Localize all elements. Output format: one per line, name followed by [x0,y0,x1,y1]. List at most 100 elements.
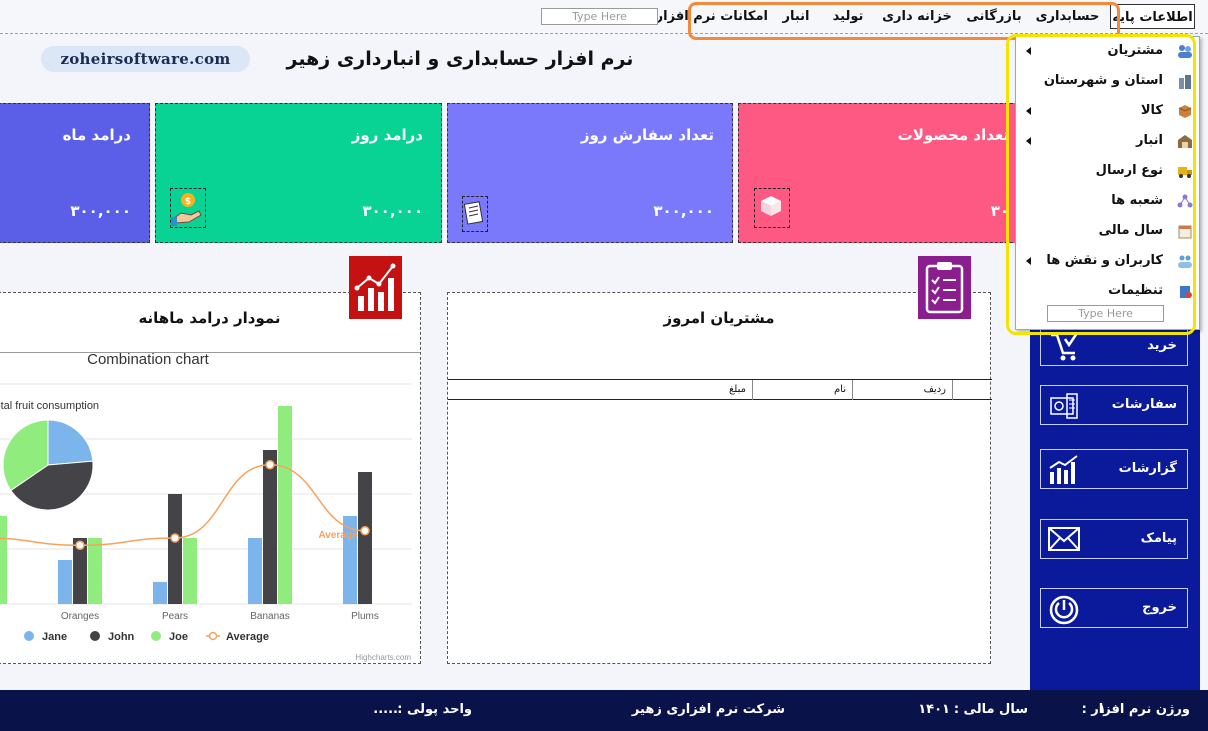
customers-table[interactable]: ردیف نام مبلغ [448,379,992,664]
card-value: ۳۰ [990,202,1009,220]
dropdown-item-label: نوع ارسال [1095,163,1163,178]
dropdown-item-goods[interactable]: کالا [1016,97,1201,127]
bar-joe [0,516,7,604]
dropdown-item-shipping-type[interactable]: نوع ارسال [1016,157,1201,187]
submenu-arrow-icon [1026,137,1031,145]
users-icon [1177,253,1193,269]
menu-warehouse[interactable]: انبار [772,4,820,29]
table-header: ردیف نام مبلغ [448,380,992,400]
dropdown-item-warehouse[interactable]: انبار [1016,127,1201,157]
legend-label: Jane [42,631,67,643]
legend-symbol [151,631,161,641]
average-point [360,525,370,536]
card-monthly-income[interactable]: درامد ماه ۳۰۰,۰۰۰ [0,103,150,243]
average-point [170,533,180,543]
legend-label: Average [226,631,269,643]
today-customers-panel: مشتریان امروز ردیف نام مبلغ [447,292,992,664]
dropdown-item-province-city[interactable]: استان و شهرستان [1016,67,1201,97]
settings-icon [1177,283,1193,299]
bar-jane [248,538,262,604]
bar-john [168,494,182,604]
order-list-icon [462,196,488,232]
x-tick-label: Bananas [250,611,289,622]
dropdown-type-here-input[interactable]: Type Here [1047,305,1164,322]
currency-value: ..... [373,702,398,717]
card-title: درامد ماه [62,126,131,144]
card-title: تعداد سفارش روز [580,126,714,144]
orders-icon [1047,390,1081,422]
truck-icon [1177,163,1193,179]
card-value: ۳۰۰,۰۰۰ [362,202,423,220]
column-amount[interactable]: مبلغ [448,380,752,400]
column-row[interactable]: ردیف [852,380,952,400]
submenu-arrow-icon [1026,47,1031,55]
card-title: تعداد محصولات [897,126,1009,144]
x-tick-label: Pears [162,611,188,622]
chart-credit: Highcharts.com [355,653,411,662]
sidebar-orders-button[interactable]: سفارشات [1040,385,1188,425]
menu-treasury[interactable]: خزانه داری [878,4,956,29]
card-value: ۳۰۰,۰۰۰ [70,202,131,220]
basic-info-dropdown: مشتریان استان و شهرستان کالا انبار نوع ا… [1015,36,1200,330]
card-daily-income[interactable]: درامد روز ۳۰۰,۰۰۰ $ [155,103,442,243]
company-name: شرکت نرم افزاری زهیر [631,702,785,717]
pie-slice-jane [47,419,94,466]
sidebar-purchase-button[interactable]: خرید [1040,326,1188,366]
menu-commerce[interactable]: بازرگانی [960,4,1028,29]
chart-title: Combination chart [87,353,210,368]
bar-jane [153,582,167,604]
monthly-income-panel: نمودار درامد ماهانه Combination chartApp… [0,292,421,664]
menu-type-here-input[interactable]: Type Here [541,8,658,25]
dropdown-item-label: شعبه ها [1111,193,1163,208]
calendar-icon [1177,223,1193,239]
menu-production[interactable]: تولید [822,4,874,29]
money-hand-icon: $ [170,188,206,228]
currency-label: واحد پولی : [397,702,472,717]
dropdown-item-label: انبار [1135,133,1163,148]
combination-chart: Combination chartApplesOrangesPearsBanan… [0,353,412,662]
clipboard-icon [918,256,971,319]
bar-joe [183,538,197,604]
bar-john [358,472,372,604]
legend-label: Joe [169,631,188,643]
menubar: اطلاعات پایه حسابداری بازرگانی خزانه دار… [0,0,1208,34]
sidebar-sms-button[interactable]: پیامک [1040,519,1188,559]
menu-software-features[interactable]: امکانات نرم افزار [656,4,768,29]
x-tick-label: Oranges [61,611,99,622]
svg-text:$: $ [185,197,191,207]
menu-accounting[interactable]: حسابداری [1030,4,1105,29]
sidebar-exit-button[interactable]: خروج [1040,588,1188,628]
website-badge[interactable]: zoheirsoftware.com [41,46,250,72]
sidebar-reports-button[interactable]: گزارشات [1040,449,1188,489]
dropdown-item-branches[interactable]: شعبه ها [1016,187,1201,217]
branch-icon [1177,193,1193,209]
bar-joe [88,538,102,604]
legend-symbol [24,631,34,641]
dropdown-item-label: استان و شهرستان [1043,73,1163,88]
card-daily-orders[interactable]: تعداد سفارش روز ۳۰۰,۰۰۰ [447,103,733,243]
submenu-arrow-icon [1026,257,1031,265]
average-point [265,459,275,470]
sidebar-item-label: سفارشات [1111,397,1177,412]
status-bar: ورژن نرم افزار : ۱ سال مالی : ۱۴۰۱ شرکت … [0,690,1208,731]
app-title: نرم افزار حسابداری و انبارداری زهیر [286,48,634,70]
reports-icon [1047,454,1081,486]
pie-title: Total fruit consumption [0,400,99,412]
card-products-count[interactable]: تعداد محصولات ۳۰ [738,103,1028,243]
dropdown-item-label: تنظیمات [1108,283,1163,298]
fiscal-year-label: سال مالی : [953,702,1028,717]
column-name[interactable]: نام [752,380,852,400]
legend-symbol [208,631,218,641]
sidebar-item-label: خرید [1147,338,1177,353]
dropdown-item-label: کالا [1140,103,1163,118]
chart-icon [349,256,402,319]
menu-basic-info[interactable]: اطلاعات پایه [1110,4,1195,29]
dropdown-item-settings[interactable]: تنظیمات [1016,277,1201,307]
cart-icon [1047,331,1081,363]
dropdown-item-users-roles[interactable]: کاربران و نقش ها [1016,247,1201,277]
dropdown-item-fiscal-year[interactable]: سال مالی [1016,217,1201,247]
panel-title: مشتریان امروز [663,309,775,327]
dropdown-item-label: سال مالی [1098,223,1163,238]
dropdown-item-label: کاربران و نقش ها [1046,253,1163,268]
dropdown-item-customers[interactable]: مشتریان [1016,37,1201,67]
